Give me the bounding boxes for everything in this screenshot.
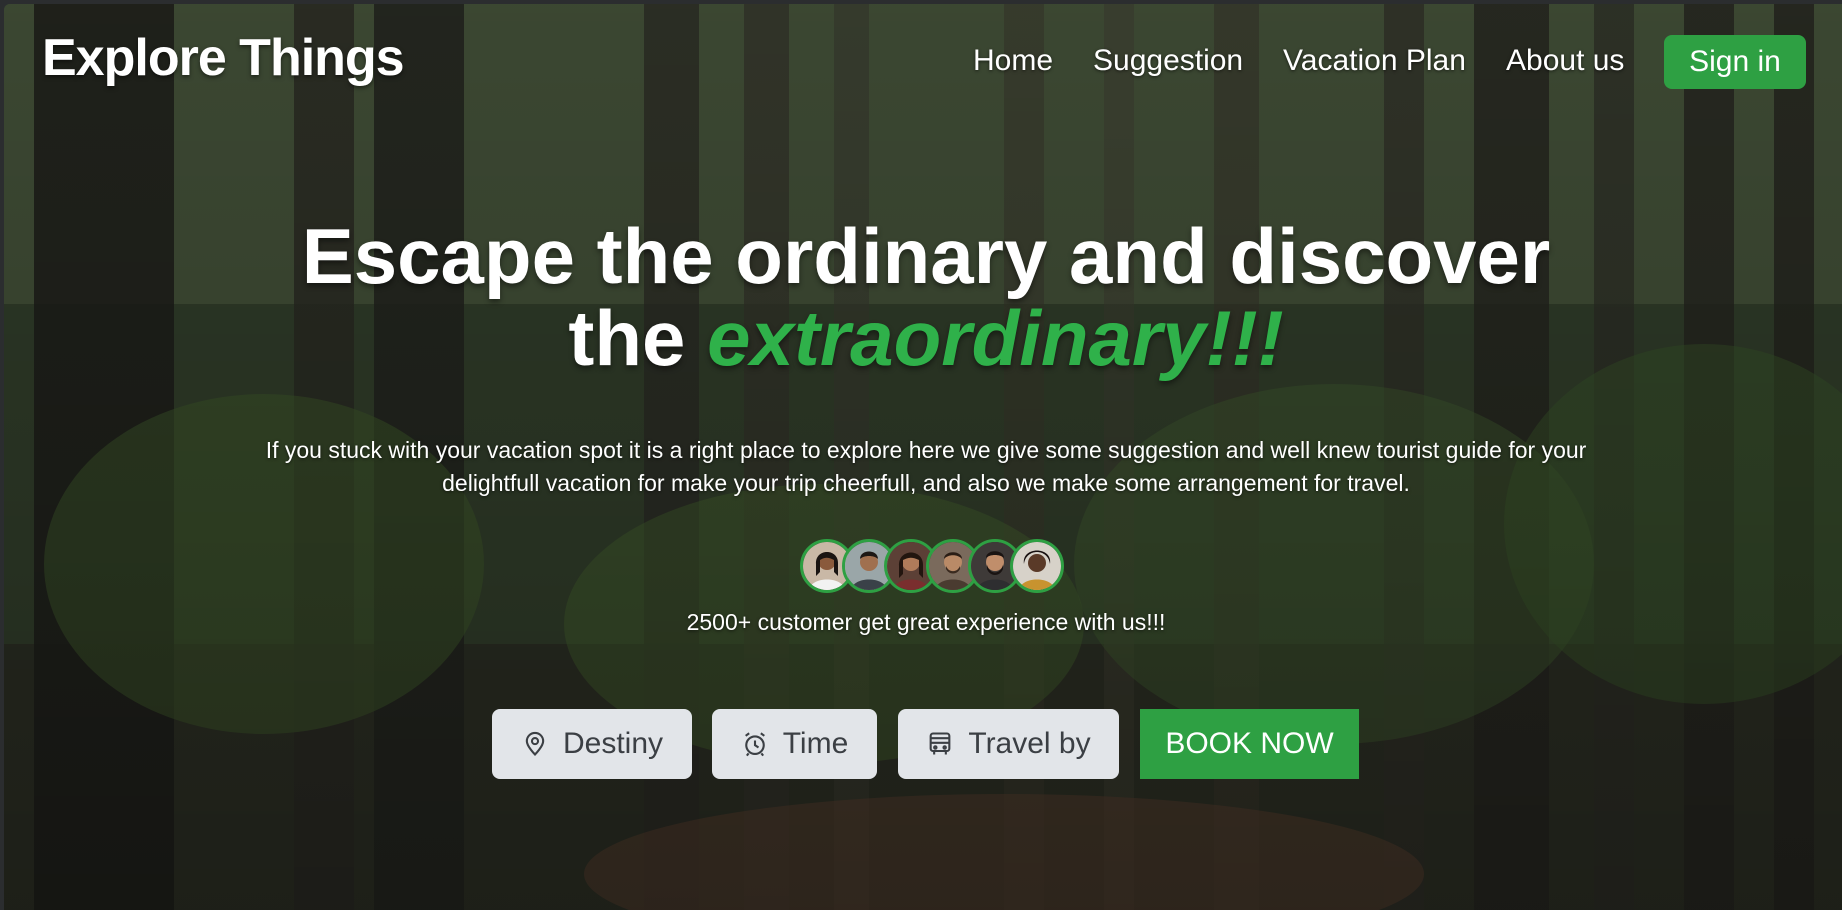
navbar: Explore Things Home Suggestion Vacation …	[0, 0, 1842, 120]
signin-button[interactable]: Sign in	[1664, 35, 1806, 89]
hero-subtitle: If you stuck with your vacation spot it …	[265, 437, 1587, 496]
nav-about-link[interactable]: About us	[1506, 44, 1624, 78]
time-select[interactable]: Time	[712, 709, 877, 779]
avatar	[1010, 539, 1064, 593]
customer-avatars	[800, 539, 1070, 593]
nav-home-link[interactable]: Home	[973, 44, 1053, 78]
nav-suggestion-link[interactable]: Suggestion	[1093, 44, 1243, 78]
headline-prefix: the	[568, 294, 708, 382]
headline-accent: extraordinary!!!	[707, 294, 1284, 382]
time-label: Time	[782, 727, 849, 760]
destiny-label: Destiny	[562, 727, 664, 760]
alarm-clock-icon	[744, 732, 765, 757]
travel-by-label: Travel by	[968, 727, 1091, 760]
destiny-select[interactable]: Destiny	[492, 709, 692, 779]
nav-vacation-plan-link[interactable]: Vacation Plan	[1283, 44, 1466, 78]
map-pin-icon	[525, 731, 545, 756]
customers-text: 2500+ customer get great experience with…	[686, 609, 1166, 635]
brand-logo[interactable]: Explore Things	[42, 28, 405, 88]
headline-line-1: Escape the ordinary and discover	[301, 212, 1551, 300]
bus-icon	[929, 732, 951, 755]
book-now-button[interactable]: BOOK NOW	[1140, 709, 1359, 779]
headline-line-2: the extraordinary!!!	[0, 297, 1842, 379]
hero-headline: Escape the ordinary and discover the ext…	[0, 215, 1842, 379]
travel-by-select[interactable]: Travel by	[898, 709, 1119, 779]
